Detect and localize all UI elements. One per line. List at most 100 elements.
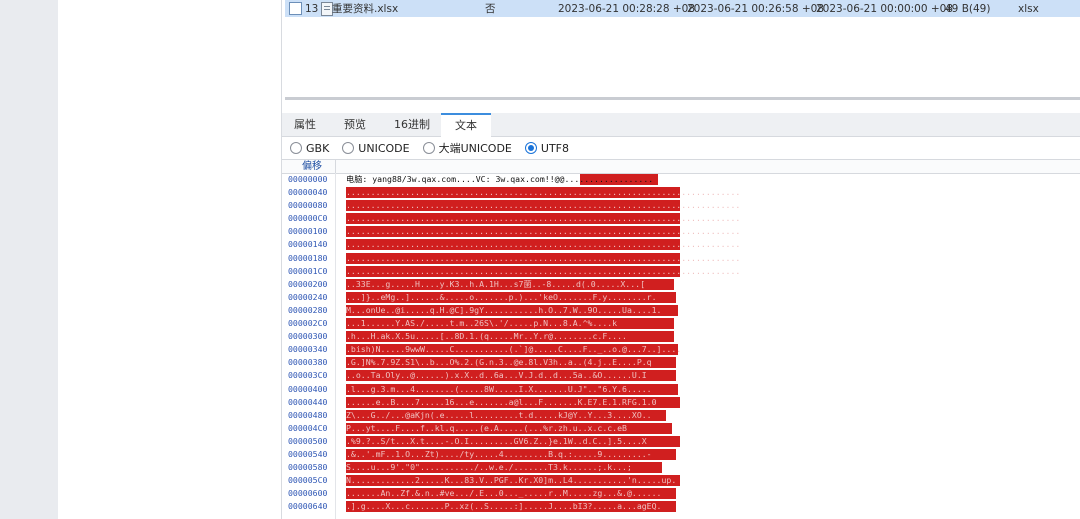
- file-name: 重要资料.xlsx: [332, 3, 399, 15]
- file-list-row[interactable]: 13 重要资料.xlsx 否 2023-06-21 00:28:28 +08 2…: [285, 0, 1080, 17]
- row-text: ........................................…: [346, 200, 741, 211]
- row-text: N.............2.....K...83.V..PGF..Kr.X0…: [346, 475, 677, 486]
- row-text: .].g....X...c.......P..xz(..S.....:]....…: [346, 501, 662, 512]
- row-text: ........................................…: [346, 239, 741, 250]
- row-offset: 00000180: [288, 252, 328, 263]
- row-text: ........................................…: [346, 252, 741, 263]
- text-row[interactable]: 电脑: yang88/3w.qax.com....VC: 3w.qax.com!…: [346, 173, 1080, 186]
- row-offset: 00000040: [288, 187, 328, 198]
- text-row[interactable]: .&..'.mF..1.O...Zt)..../ty.....4........…: [346, 448, 1080, 461]
- row-text: Z\...G../...@aKjn(.e.....l.........t.d..…: [346, 409, 652, 420]
- row-text: ...]}..eMg..]......&.....o.......p.)...'…: [346, 291, 657, 302]
- row-text: .&..'.mF..1.O...Zt)..../ty.....4........…: [346, 448, 652, 459]
- text-row[interactable]: N.............2.....K...83.V..PGF..Kr.X0…: [346, 474, 1080, 487]
- text-row[interactable]: ........................................…: [346, 212, 1080, 225]
- text-row[interactable]: .G.]N%.7.9Z.S1\..b...O%.2.(G.n.3..@e.8l.…: [346, 356, 1080, 369]
- row-offset: 000005C0: [288, 475, 328, 486]
- file-size: 49 B(49): [945, 2, 991, 15]
- row-text: ........................................…: [346, 265, 741, 276]
- row-offset: 000002C0: [288, 318, 328, 329]
- encoding-label: 大端UNICODE: [438, 142, 512, 155]
- text-row[interactable]: .h...H.ak.X.5u.....[..8D.1.(q.....Mr..Y.…: [346, 330, 1080, 343]
- detail-tabbar: 属性 预览 16进制 文本: [282, 113, 1080, 137]
- text-row[interactable]: ...1......Y.AS./.....t.m..26S\.'/.....p.…: [346, 317, 1080, 330]
- row-offset: 000004C0: [288, 422, 328, 433]
- text-row[interactable]: M...onUe..@i.....q.H.@C].9gY...........h…: [346, 304, 1080, 317]
- row-text: ........................................…: [346, 187, 741, 198]
- left-navigation-rail: [0, 0, 58, 519]
- text-row[interactable]: ........................................…: [346, 238, 1080, 251]
- row-text: M...onUe..@i.....q.H.@C].9gY...........h…: [346, 304, 662, 315]
- row-offset: 000003C0: [288, 370, 328, 381]
- encoding-gbk[interactable]: GBK: [290, 142, 329, 155]
- text-row[interactable]: ........................................…: [346, 265, 1080, 278]
- tab-text[interactable]: 文本: [441, 113, 491, 137]
- radio-icon: [422, 142, 435, 154]
- encoding-big-endian-unicode[interactable]: 大端UNICODE: [422, 140, 512, 156]
- file-time-1: 2023-06-21 00:28:28 +08: [558, 2, 696, 15]
- row-offset: 00000280: [288, 304, 328, 315]
- row-offset: 00000580: [288, 462, 328, 473]
- encoding-utf8[interactable]: UTF8: [524, 141, 569, 155]
- row-text: .......An..Zf.&.n..#ve.../.E...0..._....…: [346, 488, 662, 499]
- row-offset: 00000500: [288, 435, 328, 446]
- row-offset: 000001C0: [288, 265, 328, 276]
- horizontal-splitter[interactable]: [285, 97, 1080, 100]
- text-row[interactable]: ...]}..eMg..]......&.....o.......p.)...'…: [346, 291, 1080, 304]
- text-row[interactable]: P...yt....F....f..kl.q.....(e.A.....(...…: [346, 422, 1080, 435]
- file-extension: xlsx: [1018, 2, 1039, 15]
- file-time-2: 2023-06-21 00:26:58 +08: [687, 2, 825, 15]
- tab-hex[interactable]: 16进制: [394, 113, 430, 136]
- row-text: ......e..B....7.....16...e.......a@l...F…: [346, 396, 657, 407]
- text-row[interactable]: S....u...9'."0".........../..w.e./......…: [346, 461, 1080, 474]
- text-row[interactable]: Z\...G../...@aKjn(.e.....l.........t.d..…: [346, 409, 1080, 422]
- radio-icon: [524, 142, 537, 154]
- row-offset: 00000100: [288, 226, 328, 237]
- row-offset: 00000000: [288, 174, 328, 184]
- row-text: ..o..Ta.Oly..@......).x.X..d..6a...V.J.d…: [346, 370, 647, 381]
- tab-properties[interactable]: 属性: [294, 113, 316, 136]
- file-flag: 否: [485, 3, 496, 15]
- row-text: P...yt....F....f..kl.q.....(e.A.....(...…: [346, 422, 627, 433]
- row-offset: 00000540: [288, 448, 328, 459]
- row-text: S....u...9'."0".........../..w.e./......…: [346, 462, 632, 473]
- offset-column: 00000000 00000040 00000080 000000C0 00000100…: [282, 173, 336, 513]
- encoding-unicode[interactable]: UNICODE: [342, 142, 410, 155]
- row-offset: 00000380: [288, 357, 328, 368]
- text-row[interactable]: ........................................…: [346, 225, 1080, 238]
- row-offset: 00000340: [288, 344, 328, 355]
- row-offset: 00000200: [288, 278, 328, 289]
- row-text: ........................................…: [346, 226, 741, 237]
- row-text: .G.]N%.7.9Z.S1\..b...O%.2.(G.n.3..@e.8l.…: [346, 357, 652, 368]
- text-row[interactable]: .].g....X...c.......P..xz(..S.....:]....…: [346, 500, 1080, 513]
- encoding-label: GBK: [306, 141, 330, 155]
- text-row[interactable]: ........................................…: [346, 252, 1080, 265]
- text-row[interactable]: .bish)N.....9wwW.....C...........(.`]@..…: [346, 343, 1080, 356]
- text-row[interactable]: ..o..Ta.Oly..@......).x.X..d..6a...V.J.d…: [346, 369, 1080, 382]
- row-text: ........................................…: [346, 213, 741, 224]
- text-view-header: 偏移: [282, 159, 1080, 174]
- row-offset: 00000140: [288, 239, 328, 250]
- row-checkbox[interactable]: [289, 2, 302, 15]
- row-offset: 00000600: [288, 488, 328, 499]
- row-text: .l...g.3.m...4........(.....8W.....I.X..…: [346, 383, 652, 394]
- text-row[interactable]: .%9.?..S/t...X.t....-.O.I.........GV6.Z.…: [346, 435, 1080, 448]
- text-content-column[interactable]: 电脑: yang88/3w.qax.com....VC: 3w.qax.com!…: [346, 173, 1080, 513]
- header-separator: [335, 160, 336, 173]
- row-text: .%9.?..S/t...X.t....-.O.I.........GV6.Z.…: [346, 435, 647, 446]
- column-separator: [335, 173, 336, 519]
- encoding-label: UTF8: [540, 141, 569, 155]
- row-text: ..33E...g.....H....y.K3..h.A.1H...s7菌..-…: [346, 278, 646, 289]
- row-offset: 00000400: [288, 383, 328, 394]
- text-row[interactable]: .l...g.3.m...4........(.....8W.....I.X..…: [346, 383, 1080, 396]
- row-offset: 000000C0: [288, 213, 328, 224]
- text-row[interactable]: ........................................…: [346, 186, 1080, 199]
- text-row[interactable]: ........................................…: [346, 199, 1080, 212]
- text-row[interactable]: ......e..B....7.....16...e.......a@l...F…: [346, 396, 1080, 409]
- row-text: 电脑: yang88/3w.qax.com....VC: 3w.qax.com!…: [346, 174, 654, 184]
- row-index: 13: [305, 2, 319, 15]
- tab-preview[interactable]: 预览: [344, 113, 366, 136]
- text-row[interactable]: .......An..Zf.&.n..#ve.../.E...0..._....…: [346, 487, 1080, 500]
- text-row[interactable]: ..33E...g.....H....y.K3..h.A.1H...s7菌..-…: [346, 278, 1080, 291]
- row-offset: 00000080: [288, 200, 328, 211]
